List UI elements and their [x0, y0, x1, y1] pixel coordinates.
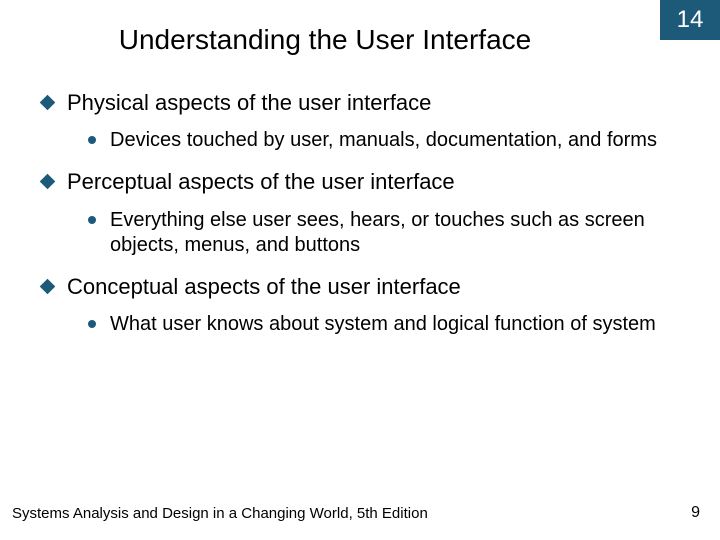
footer-text: Systems Analysis and Design in a Changin… — [12, 505, 428, 522]
topic-heading: Conceptual aspects of the user interface — [67, 274, 461, 300]
topic-subtext: What user knows about system and logical… — [110, 312, 656, 337]
topic-heading: Physical aspects of the user interface — [67, 90, 431, 116]
list-item: Physical aspects of the user interface — [40, 90, 680, 116]
diamond-bullet-icon — [40, 174, 56, 190]
page-number: 9 — [691, 504, 700, 522]
topic-subtext: Everything else user sees, hears, or tou… — [110, 208, 680, 258]
dot-bullet-icon — [88, 216, 96, 224]
chapter-number-box: 14 — [660, 0, 720, 40]
sub-list-item: What user knows about system and logical… — [88, 312, 680, 337]
slide-title: Understanding the User Interface — [0, 24, 650, 56]
list-item: Perceptual aspects of the user interface — [40, 169, 680, 195]
topic-subtext: Devices touched by user, manuals, docume… — [110, 128, 657, 153]
sub-list-item: Everything else user sees, hears, or tou… — [88, 208, 680, 258]
list-item: Conceptual aspects of the user interface — [40, 274, 680, 300]
topic-heading: Perceptual aspects of the user interface — [67, 169, 455, 195]
sub-list-item: Devices touched by user, manuals, docume… — [88, 128, 680, 153]
chapter-number: 14 — [677, 6, 704, 34]
slide-content: Physical aspects of the user interface D… — [40, 90, 680, 353]
dot-bullet-icon — [88, 136, 96, 144]
diamond-bullet-icon — [40, 279, 56, 295]
diamond-bullet-icon — [40, 95, 56, 111]
dot-bullet-icon — [88, 320, 96, 328]
